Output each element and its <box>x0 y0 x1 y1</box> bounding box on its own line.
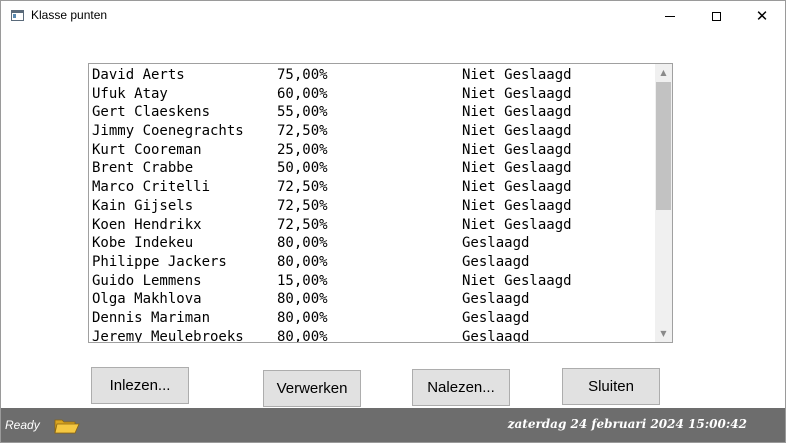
scrollbar-thumb[interactable] <box>656 82 671 210</box>
list-item[interactable]: Kain Gijsels 72,50% Niet Geslaagd <box>92 197 652 216</box>
student-result: Niet Geslaagd <box>462 85 572 102</box>
list-item[interactable]: Jimmy Coenegrachts 72,50% Niet Geslaagd <box>92 122 652 141</box>
student-percent: 80,00% <box>277 309 328 326</box>
chevron-up-icon: ▲ <box>660 68 667 77</box>
student-result: Geslaagd <box>462 291 530 308</box>
minimize-icon <box>665 16 675 17</box>
list-item[interactable]: Ufuk Atay 60,00% Niet Geslaagd <box>92 85 652 104</box>
student-name: Kurt Cooreman <box>92 141 202 158</box>
student-result: Geslaagd <box>462 328 530 343</box>
student-result: Geslaagd <box>462 235 530 252</box>
close-icon: ✕ <box>755 7 769 25</box>
student-result: Niet Geslaagd <box>462 104 572 121</box>
window-title: Klasse punten <box>31 8 108 22</box>
student-percent: 50,00% <box>277 160 328 177</box>
nalezen-button[interactable]: Nalezen... <box>412 369 510 406</box>
maximize-icon <box>711 12 721 21</box>
student-result: Niet Geslaagd <box>462 272 572 289</box>
student-name: Jeremy Meulebroeks <box>92 328 244 343</box>
student-result: Geslaagd <box>462 253 530 270</box>
folder-open-icon[interactable] <box>54 417 80 435</box>
student-percent: 72,50% <box>277 179 328 196</box>
minimize-button[interactable] <box>647 1 693 32</box>
student-percent: 72,50% <box>277 216 328 233</box>
list-item[interactable]: David Aerts 75,00% Niet Geslaagd <box>92 66 652 85</box>
vertical-scrollbar[interactable]: ▲ ▼ <box>655 64 672 342</box>
list-item[interactable]: Dennis Mariman 80,00% Geslaagd <box>92 309 652 328</box>
student-percent: 80,00% <box>277 253 328 270</box>
student-percent: 80,00% <box>277 291 328 308</box>
list-items: David Aerts 75,00% Niet Geslaagd Ufuk Atay 6… <box>92 66 652 343</box>
student-name: Dennis Mariman <box>92 309 211 326</box>
student-percent: 80,00% <box>277 235 328 252</box>
student-name: Ufuk Atay <box>92 85 168 102</box>
results-listbox[interactable]: David Aerts 75,00% Niet Geslaagd Ufuk Atay 6… <box>88 63 673 343</box>
close-button[interactable]: ✕ <box>739 1 785 32</box>
list-item[interactable]: Brent Crabbe 50,00% Niet Geslaagd <box>92 159 652 178</box>
status-bar: Ready zaterdag 24 februari 2024 15:00:42 <box>1 408 785 442</box>
student-name: Jimmy Coenegrachts <box>92 123 244 140</box>
student-result: Niet Geslaagd <box>462 160 572 177</box>
student-percent: 15,00% <box>277 272 328 289</box>
student-name: Kobe Indekeu <box>92 235 194 252</box>
list-item[interactable]: Jeremy Meulebroeks 80,00% Geslaagd <box>92 328 652 343</box>
student-name: Guido Lemmens <box>92 272 202 289</box>
main-window: Klasse punten ✕ David Aerts 75,00% Niet Ge… <box>0 0 786 443</box>
student-name: David Aerts <box>92 67 185 83</box>
list-item[interactable]: Guido Lemmens 15,00% Niet Geslaagd <box>92 272 652 291</box>
student-percent: 55,00% <box>277 104 328 121</box>
status-datetime: zaterdag 24 februari 2024 15:00:42 <box>507 417 747 431</box>
student-result: Niet Geslaagd <box>462 123 572 140</box>
sluiten-button[interactable]: Sluiten <box>562 368 660 405</box>
student-result: Niet Geslaagd <box>462 216 572 233</box>
student-percent: 80,00% <box>277 328 328 343</box>
scroll-down-button[interactable]: ▼ <box>655 325 672 342</box>
student-percent: 60,00% <box>277 85 328 102</box>
student-result: Niet Geslaagd <box>462 67 572 83</box>
inlezen-button[interactable]: Inlezen... <box>91 367 189 404</box>
student-name: Gert Claeskens <box>92 104 211 121</box>
student-name: Koen Hendrikx <box>92 216 202 233</box>
student-result: Geslaagd <box>462 309 530 326</box>
title-bar[interactable]: Klasse punten ✕ <box>1 1 785 32</box>
student-percent: 25,00% <box>277 141 328 158</box>
student-percent: 72,50% <box>277 197 328 214</box>
list-item[interactable]: Philippe Jackers 80,00% Geslaagd <box>92 253 652 272</box>
list-item[interactable]: Koen Hendrikx 72,50% Niet Geslaagd <box>92 216 652 235</box>
student-name: Kain Gijsels <box>92 197 194 214</box>
list-item[interactable]: Kurt Cooreman 25,00% Niet Geslaagd <box>92 141 652 160</box>
window-app-icon <box>11 10 24 21</box>
student-result: Niet Geslaagd <box>462 141 572 158</box>
student-percent: 72,50% <box>277 123 328 140</box>
student-name: Marco Critelli <box>92 179 211 196</box>
status-ready-label: Ready <box>5 418 40 432</box>
chevron-down-icon: ▼ <box>660 329 667 338</box>
list-item[interactable]: Kobe Indekeu 80,00% Geslaagd <box>92 234 652 253</box>
student-result: Niet Geslaagd <box>462 197 572 214</box>
verwerken-button[interactable]: Verwerken <box>263 370 361 407</box>
list-item[interactable]: Marco Critelli 72,50% Niet Geslaagd <box>92 178 652 197</box>
maximize-button[interactable] <box>693 1 739 32</box>
list-item[interactable]: Olga Makhlova 80,00% Geslaagd <box>92 290 652 309</box>
list-item[interactable]: Gert Claeskens 55,00% Niet Geslaagd <box>92 103 652 122</box>
student-result: Niet Geslaagd <box>462 179 572 196</box>
student-name: Philippe Jackers <box>92 253 227 270</box>
student-name: Olga Makhlova <box>92 291 202 308</box>
student-name: Brent Crabbe <box>92 160 194 177</box>
scroll-up-button[interactable]: ▲ <box>655 64 672 81</box>
student-percent: 75,00% <box>277 67 328 83</box>
